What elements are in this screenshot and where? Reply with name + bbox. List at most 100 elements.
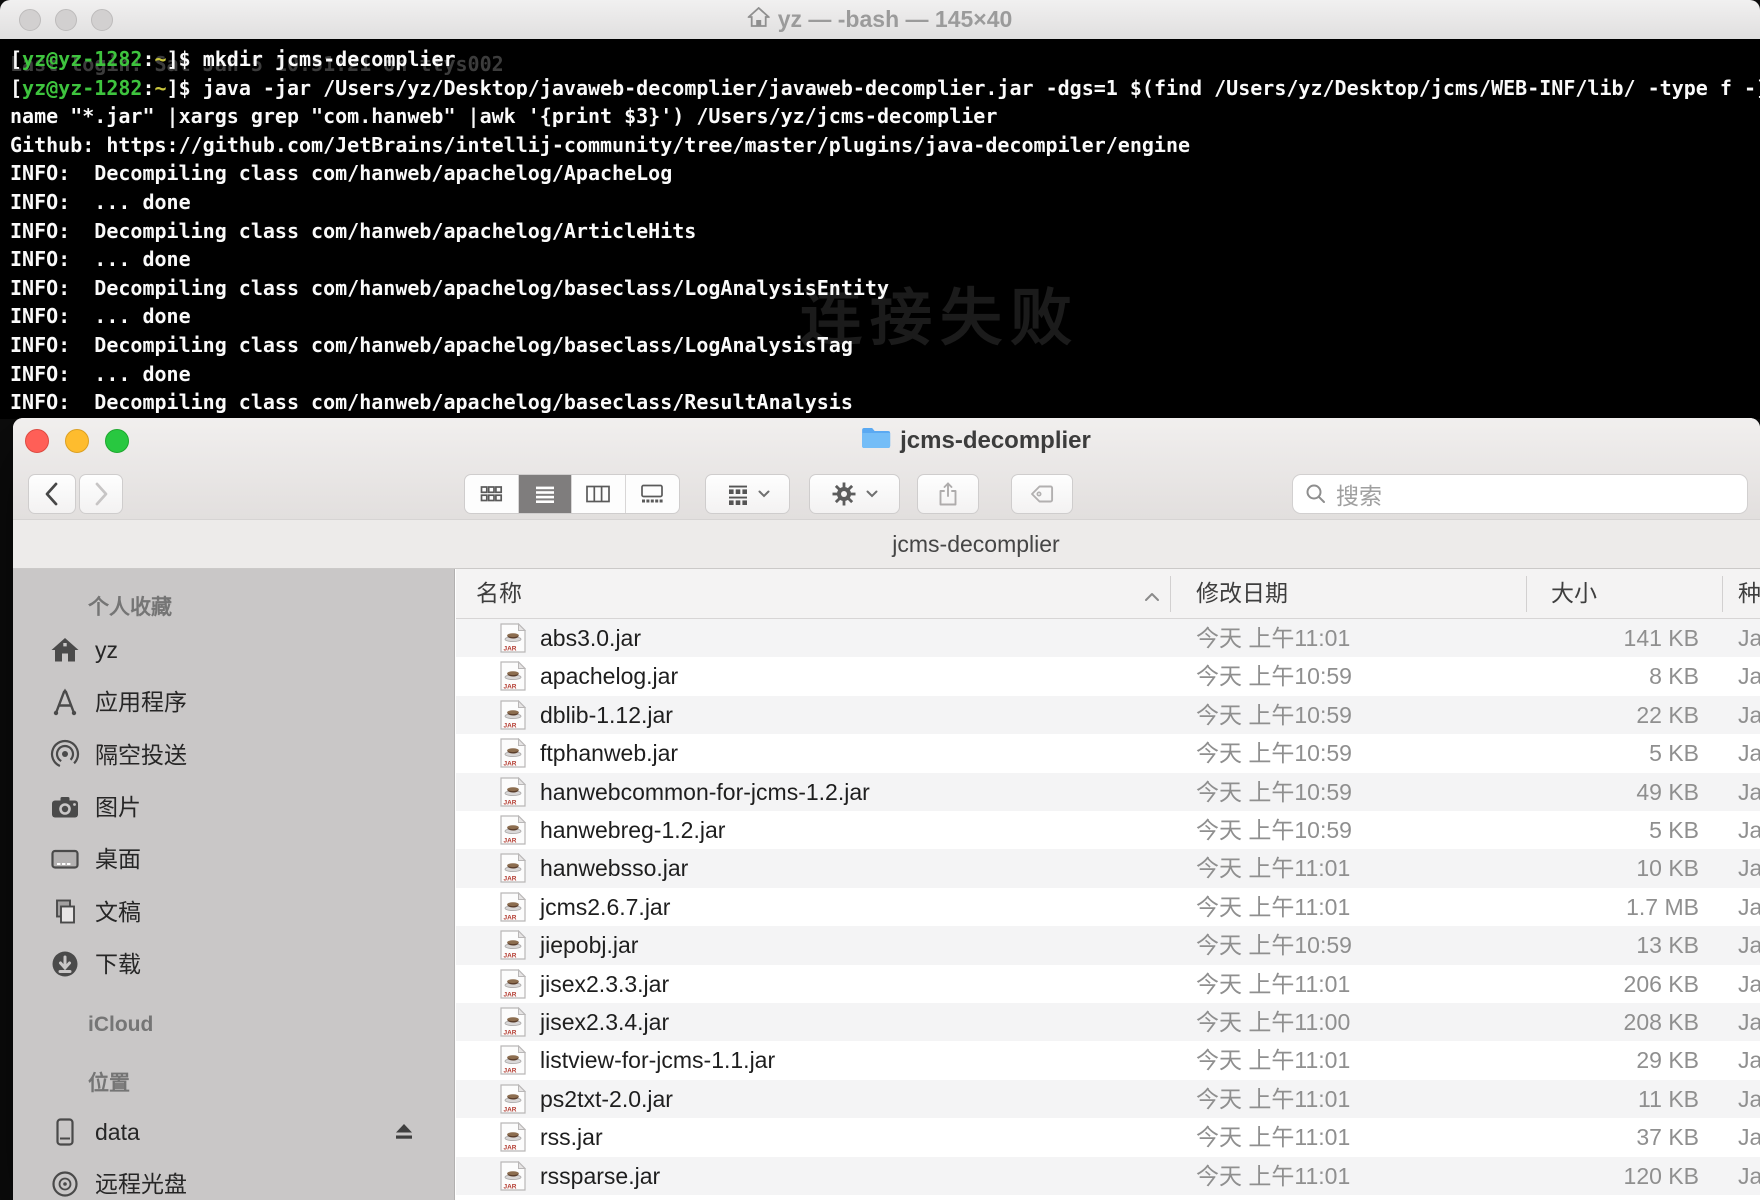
file-name: ftphanweb.jar xyxy=(540,734,678,772)
svg-text:JAR: JAR xyxy=(504,684,517,691)
svg-text:JAR: JAR xyxy=(504,1030,517,1037)
terminal-line: INFO: Decompiling class com/hanweb/apach… xyxy=(10,159,1760,188)
terminal-zoom-button[interactable] xyxy=(91,9,113,31)
terminal-line: [yz@yz-1282:~]$ java -jar /Users/yz/Desk… xyxy=(10,74,1760,103)
file-size: 8 KB xyxy=(1499,657,1699,695)
file-kind: Ja xyxy=(1738,1157,1760,1195)
arrange-button[interactable] xyxy=(705,474,790,514)
column-header-name[interactable]: 名称 xyxy=(476,569,522,618)
sidebar-item-airdrop[interactable]: 隔空投送 xyxy=(41,733,445,777)
file-date-modified: 今天 上午11:01 xyxy=(1196,1080,1350,1118)
list-view-icon xyxy=(533,482,557,506)
chevron-left-icon xyxy=(41,479,63,509)
sidebar-item-label: 远程光盘 xyxy=(95,1162,187,1200)
grid-view-icon xyxy=(479,482,503,506)
file-date-modified: 今天 上午11:01 xyxy=(1196,1157,1350,1195)
svg-text:JAR: JAR xyxy=(504,646,517,653)
folder-tab-bar: jcms-decomplier xyxy=(13,519,1760,569)
table-row[interactable]: JARps2txt-2.0.jar今天 上午11:0111 KBJa xyxy=(456,1080,1760,1118)
sidebar-item-pictures[interactable]: 图片 xyxy=(41,785,445,829)
terminal-title-text: yz — -bash — 145×40 xyxy=(778,6,1013,33)
jar-file-icon: JAR xyxy=(500,777,526,807)
view-coverflow-button[interactable] xyxy=(626,475,680,513)
table-row[interactable]: JARrss.jar今天 上午11:0137 KBJa xyxy=(456,1118,1760,1156)
sidebar-item-yz[interactable]: yz xyxy=(41,628,445,672)
remote-disc-icon xyxy=(49,1168,81,1200)
sidebar-item-data[interactable]: data xyxy=(41,1110,445,1154)
column-header-date[interactable]: 修改日期 xyxy=(1196,569,1288,618)
finder-close-button[interactable] xyxy=(25,429,49,453)
sidebar-item-label: yz xyxy=(95,628,118,672)
jar-file-icon: JAR xyxy=(500,1007,526,1037)
file-name: listview-for-jcms-1.1.jar xyxy=(540,1041,775,1079)
sidebar-item-label: 隔空投送 xyxy=(95,733,187,777)
sidebar-section-header: 位置 xyxy=(88,1067,130,1097)
sidebar-item-downloads[interactable]: 下载 xyxy=(41,942,445,986)
back-button[interactable] xyxy=(28,474,76,514)
file-name: hanwebreg-1.2.jar xyxy=(540,811,725,849)
view-list-button[interactable] xyxy=(519,475,573,513)
file-kind: Ja xyxy=(1738,849,1760,887)
table-row[interactable]: JARabs3.0.jar今天 上午11:01141 KBJa xyxy=(456,619,1760,657)
file-date-modified: 今天 上午10:59 xyxy=(1196,811,1352,849)
file-kind: Ja xyxy=(1738,965,1760,1003)
forward-button[interactable] xyxy=(79,474,123,514)
action-button[interactable] xyxy=(809,474,900,514)
jar-file-icon: JAR xyxy=(500,1122,526,1152)
columns-view-icon xyxy=(585,482,611,506)
search-input[interactable]: 搜索 xyxy=(1292,474,1748,514)
table-row[interactable]: JARjisex2.3.4.jar今天 上午11:00208 KBJa xyxy=(456,1003,1760,1041)
file-date-modified: 今天 上午10:59 xyxy=(1196,734,1352,772)
table-row[interactable]: JARlistview-for-jcms-1.1.jar今天 上午11:0129… xyxy=(456,1041,1760,1079)
file-size: 10 KB xyxy=(1499,849,1699,887)
current-folder-tab[interactable]: jcms-decomplier xyxy=(892,520,1059,568)
view-icons-button[interactable] xyxy=(465,475,519,513)
sidebar-item-remote-disc[interactable]: 远程光盘 xyxy=(41,1162,445,1200)
column-divider xyxy=(1722,576,1723,612)
table-row[interactable]: JARjcms2.6.7.jar今天 上午11:011.7 MBJa xyxy=(456,888,1760,926)
tags-button[interactable] xyxy=(1011,474,1073,514)
view-columns-button[interactable] xyxy=(572,475,626,513)
sidebar-item-desktop[interactable]: 桌面 xyxy=(41,837,445,881)
column-header-size[interactable]: 大小 xyxy=(1551,569,1597,618)
finder-title: jcms-decomplier xyxy=(861,426,1091,456)
terminal-minimize-button[interactable] xyxy=(55,9,77,31)
column-header-kind[interactable]: 种类 xyxy=(1738,569,1760,618)
eject-icon[interactable] xyxy=(391,1121,417,1143)
file-kind: Ja xyxy=(1738,811,1760,849)
table-row[interactable]: JARhanwebreg-1.2.jar今天 上午10:595 KBJa xyxy=(456,811,1760,849)
svg-text:JAR: JAR xyxy=(504,1183,517,1190)
table-row[interactable]: JARhanwebcommon-for-jcms-1.2.jar今天 上午10:… xyxy=(456,773,1760,811)
svg-text:JAR: JAR xyxy=(504,1068,517,1075)
share-button[interactable] xyxy=(917,474,979,514)
terminal-body: Last login: Sat Jan 5 10:51:21 on ttys00… xyxy=(0,39,1760,419)
chevron-down-icon xyxy=(758,490,770,498)
terminal-close-button[interactable] xyxy=(19,9,41,31)
finder-minimize-button[interactable] xyxy=(65,429,89,453)
finder-zoom-button[interactable] xyxy=(105,429,129,453)
table-row[interactable]: JARdblib-1.12.jar今天 上午10:5922 KBJa xyxy=(456,696,1760,734)
home-folder-icon xyxy=(748,6,770,33)
svg-text:JAR: JAR xyxy=(504,1106,517,1113)
table-row[interactable]: JARrssparse.jar今天 上午11:01120 KBJa xyxy=(456,1157,1760,1195)
file-size: 1.7 MB xyxy=(1499,888,1699,926)
downloads-icon xyxy=(49,948,81,980)
file-size: 29 KB xyxy=(1499,1041,1699,1079)
svg-text:JAR: JAR xyxy=(504,914,517,921)
home-icon xyxy=(49,634,81,666)
file-date-modified: 今天 上午10:59 xyxy=(1196,657,1352,695)
sidebar-item-applications[interactable]: 应用程序 xyxy=(41,680,445,724)
table-row[interactable]: JARhanwebsso.jar今天 上午11:0110 KBJa xyxy=(456,849,1760,887)
table-row[interactable]: JARftphanweb.jar今天 上午10:595 KBJa xyxy=(456,734,1760,772)
screen: yz — -bash — 145×40 Last login: Sat Jan … xyxy=(0,0,1760,1200)
table-row[interactable]: JARapachelog.jar今天 上午10:598 KBJa xyxy=(456,657,1760,695)
svg-text:JAR: JAR xyxy=(504,876,517,883)
tag-icon xyxy=(1029,482,1055,506)
file-name: apachelog.jar xyxy=(540,657,678,695)
table-row[interactable]: JARjisex2.3.3.jar今天 上午11:01206 KBJa xyxy=(456,965,1760,1003)
sidebar-item-documents[interactable]: 文稿 xyxy=(41,890,445,934)
file-date-modified: 今天 上午11:01 xyxy=(1196,1118,1350,1156)
table-row[interactable]: JARjiepobj.jar今天 上午10:5913 KBJa xyxy=(456,926,1760,964)
search-placeholder: 搜索 xyxy=(1336,477,1382,511)
sidebar-section-header: iCloud xyxy=(88,1013,153,1037)
